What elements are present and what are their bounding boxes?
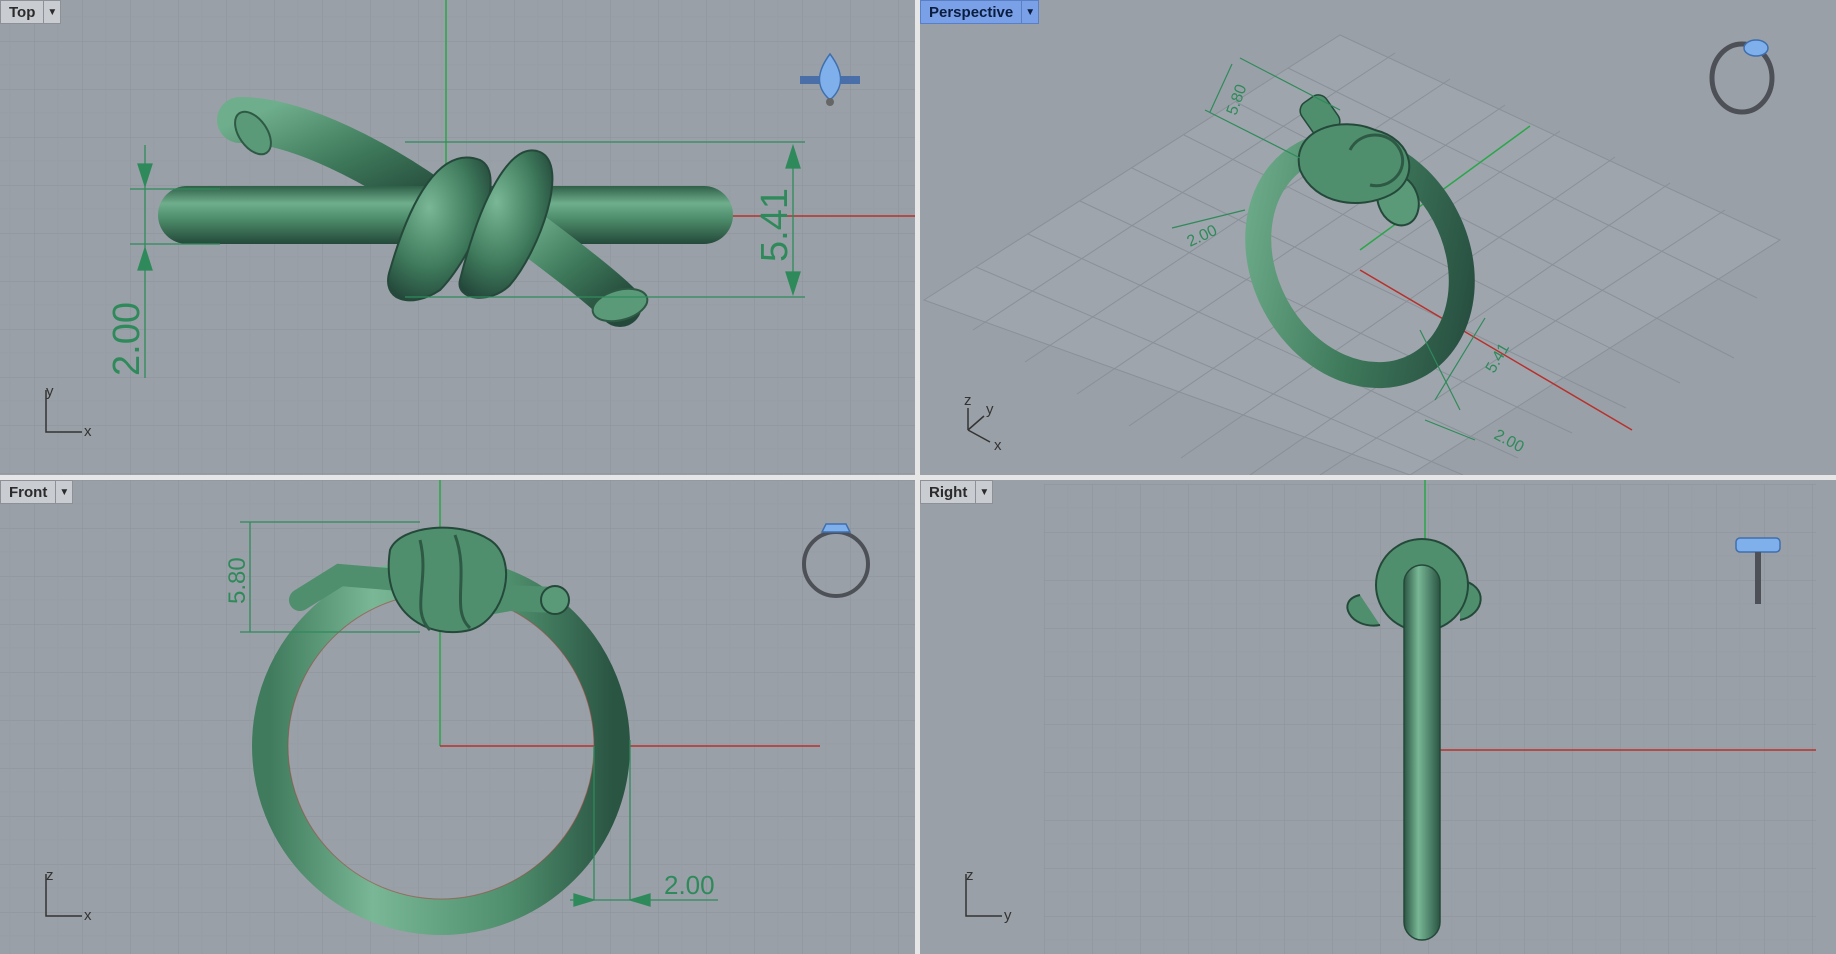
svg-text:x: x (84, 423, 92, 440)
front-viewport-canvas[interactable]: 5.80 2.00 z x (0, 480, 915, 954)
dropdown-arrow-icon[interactable]: ▼ (975, 481, 992, 503)
viewport-tab-front[interactable]: Front ▼ (0, 480, 74, 504)
dropdown-arrow-icon[interactable]: ▼ (55, 481, 72, 503)
perspective-viewport-canvas[interactable]: 5.80 2.00 5.41 2.00 z y x (920, 0, 1836, 475)
right-viewport[interactable]: z y Right ▼ (920, 480, 1836, 954)
front-viewport[interactable]: 5.80 2.00 z x Front ▼ (0, 480, 915, 954)
viewport-title: Perspective (929, 4, 1014, 21)
svg-text:x: x (84, 907, 92, 924)
viewport-tab-right[interactable]: Right ▼ (920, 480, 994, 504)
viewport-title: Front (9, 484, 48, 501)
svg-text:z: z (966, 867, 974, 884)
viewport-tab-top[interactable]: Top ▼ (0, 0, 62, 24)
dim-5-41-label: 5.41 (754, 188, 796, 262)
perspective-viewport[interactable]: 5.80 2.00 5.41 2.00 z y x Perspective ▼ (920, 0, 1836, 475)
right-viewport-canvas[interactable]: z y (920, 480, 1836, 954)
dim-2-00-label: 2.00 (664, 870, 715, 900)
dim-5-80-label: 5.80 (224, 557, 251, 604)
rhino-workspace: 5.41 2.00 y x Top ▼ 5.80 2.00 5.41 2.00 … (0, 0, 1836, 954)
svg-text:z: z (964, 392, 972, 409)
top-viewport[interactable]: 5.41 2.00 y x Top ▼ (0, 0, 915, 475)
svg-text:y: y (986, 401, 994, 418)
svg-text:y: y (46, 383, 54, 400)
dim-2-00-label: 2.00 (106, 302, 148, 376)
viewport-title: Right (929, 484, 968, 501)
top-viewport-canvas[interactable]: 5.41 2.00 y x (0, 0, 915, 475)
dropdown-arrow-icon[interactable]: ▼ (43, 1, 60, 23)
dropdown-arrow-icon[interactable]: ▼ (1021, 1, 1038, 23)
viewport-title: Top (9, 4, 36, 21)
svg-text:x: x (994, 437, 1002, 454)
svg-text:y: y (1004, 907, 1012, 924)
viewport-tab-perspective[interactable]: Perspective ▼ (920, 0, 1040, 24)
svg-text:z: z (46, 867, 54, 884)
